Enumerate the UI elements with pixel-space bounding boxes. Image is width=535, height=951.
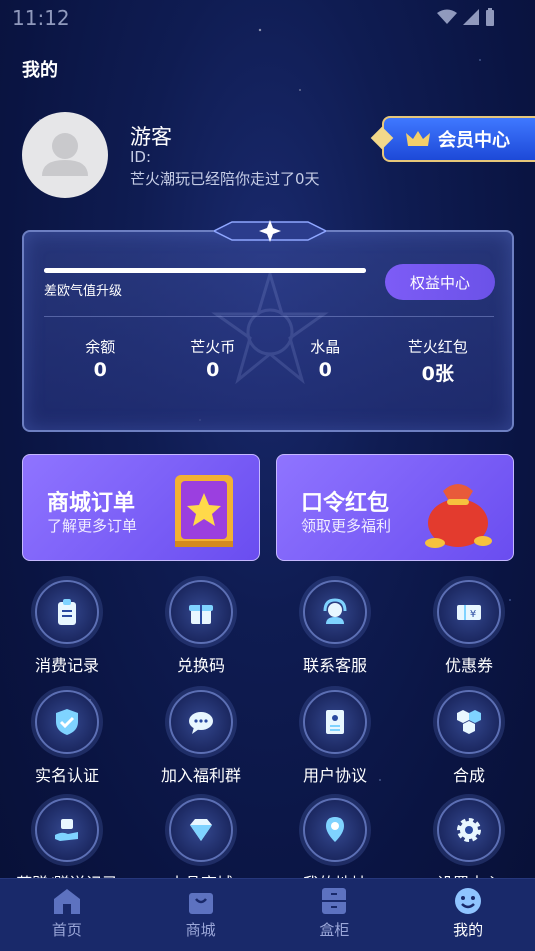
gear-icon <box>457 818 481 842</box>
status-time: 11:12 <box>12 6 70 30</box>
promo-title: 商城订单 <box>47 491 136 516</box>
upgrade-progress-fill <box>44 268 366 273</box>
stats-card: 差欧气值升级 权益中心 余额 0 芒火币 0 水晶 0 芒火红包 0张 <box>22 220 514 432</box>
wifi-icon <box>437 9 457 24</box>
grid-label: 加入福利群 <box>160 766 241 785</box>
grid-item-redeem-code[interactable]: 兑换码 <box>141 580 261 676</box>
grid-item-coupons[interactable]: ¥ 优惠券 <box>409 580 529 676</box>
avatar[interactable] <box>22 112 108 198</box>
stat-label: 余额 <box>85 338 116 356</box>
grid-icon-circle <box>437 798 501 862</box>
star-ornament-icon <box>214 220 326 242</box>
lucky-bag-icon <box>425 484 492 548</box>
clipboard-icon <box>58 599 76 625</box>
home-icon <box>53 889 80 914</box>
grid-item-contact-service[interactable]: 联系客服 <box>275 580 395 676</box>
stat-label: 芒火红包 <box>407 338 468 356</box>
signal-icon <box>463 9 479 25</box>
tab-home[interactable]: 首页 <box>0 879 134 951</box>
stat-red-packet[interactable]: 芒火红包 0张 <box>382 336 495 386</box>
grid-label: 优惠券 <box>444 656 493 675</box>
stat-value: 0 <box>318 359 332 381</box>
bottom-tab-bar: 首页 商城 盒柜 我的 <box>0 878 535 951</box>
grid-icon-circle <box>35 798 99 862</box>
stats-row: 余额 0 芒火币 0 水晶 0 芒火红包 0张 <box>44 336 494 386</box>
grid-icon-circle <box>437 690 501 754</box>
grid-label: 用户协议 <box>302 766 367 785</box>
tab-mine[interactable]: 我的 <box>401 879 535 951</box>
tab-label: 首页 <box>51 921 82 939</box>
default-user-icon <box>42 133 88 176</box>
book-icon <box>175 475 233 547</box>
upgrade-progress-label: 差欧气值升级 <box>44 284 123 299</box>
grid-item-consumption-records[interactable]: 消费记录 <box>7 580 127 676</box>
tab-label: 我的 <box>453 921 484 939</box>
crown-icon <box>406 131 430 146</box>
grid-icon-circle <box>303 798 367 862</box>
grid-icon-circle <box>35 690 99 754</box>
stat-value: 0 <box>206 359 220 381</box>
password-red-packet-card[interactable]: 口令红包 领取更多福利 <box>276 454 514 561</box>
grid-item-user-agreement[interactable]: 用户协议 <box>275 690 395 786</box>
grid-icon-circle <box>169 690 233 754</box>
upgrade-progress-bar <box>44 268 366 273</box>
grid-label: 合成 <box>452 766 485 785</box>
card-divider <box>44 316 494 317</box>
bag-icon <box>188 893 213 914</box>
vip-center-label: 会员中心 <box>438 130 510 151</box>
smile-icon <box>455 888 482 914</box>
gift-icon <box>189 605 213 624</box>
stat-mango-coin[interactable]: 芒火币 0 <box>157 336 270 386</box>
location-icon <box>326 817 344 842</box>
stat-balance[interactable]: 余额 0 <box>44 336 157 386</box>
cabinet-icon <box>322 888 347 914</box>
shield-check-icon <box>56 709 78 735</box>
stat-label: 水晶 <box>310 338 341 356</box>
grid-item-join-welfare-group[interactable]: 加入福利群 <box>141 690 261 786</box>
grid-label: 消费记录 <box>34 656 99 675</box>
tab-mall[interactable]: 商城 <box>134 879 268 951</box>
stat-crystal[interactable]: 水晶 0 <box>269 336 382 386</box>
status-bar: 11:12 <box>0 0 535 36</box>
cubes-icon <box>457 710 481 734</box>
grid-icon-circle <box>169 798 233 862</box>
stat-value: 0张 <box>421 363 454 385</box>
headset-icon <box>323 598 347 624</box>
grid-icon-circle <box>169 580 233 644</box>
grid-label: 实名认证 <box>34 766 99 785</box>
battery-icon <box>486 8 494 26</box>
hand-gift-icon <box>55 819 78 841</box>
grid-label: 联系客服 <box>302 656 367 675</box>
user-id: ID: <box>130 148 152 166</box>
tab-label: 商城 <box>185 921 216 939</box>
grid-icon-circle <box>35 580 99 644</box>
tab-label: 盒柜 <box>319 921 350 939</box>
grid-item-synthesis[interactable]: 合成 <box>409 690 529 786</box>
ticket-icon: ¥ <box>457 605 481 620</box>
grid-item-real-name-auth[interactable]: 实名认证 <box>7 690 127 786</box>
grid-label: 兑换码 <box>176 656 225 675</box>
grid-icon-circle <box>303 580 367 644</box>
status-icons <box>437 8 495 26</box>
document-icon <box>326 710 344 734</box>
page-title: 我的 <box>22 60 58 81</box>
mall-orders-card[interactable]: 商城订单 了解更多订单 <box>22 454 260 561</box>
stat-value: 0 <box>93 359 107 381</box>
diamond-icon <box>190 819 212 841</box>
promo-title: 口令红包 <box>301 491 390 516</box>
vip-center-button[interactable]: 会员中心 <box>382 116 535 162</box>
promo-subtitle: 领取更多福利 <box>301 517 392 535</box>
chat-icon <box>189 712 213 734</box>
svg-text:¥: ¥ <box>470 609 476 620</box>
grid-icon-circle: ¥ <box>437 580 501 644</box>
grid-icon-circle <box>303 690 367 754</box>
stat-label: 芒火币 <box>190 338 236 356</box>
username: 游客 <box>130 125 172 149</box>
tab-cabinet[interactable]: 盒柜 <box>268 879 402 951</box>
user-days-text: 芒火潮玩已经陪你走过了0天 <box>130 170 320 188</box>
promo-subtitle: 了解更多订单 <box>47 517 138 535</box>
rights-center-button[interactable]: 权益中心 <box>385 264 495 300</box>
